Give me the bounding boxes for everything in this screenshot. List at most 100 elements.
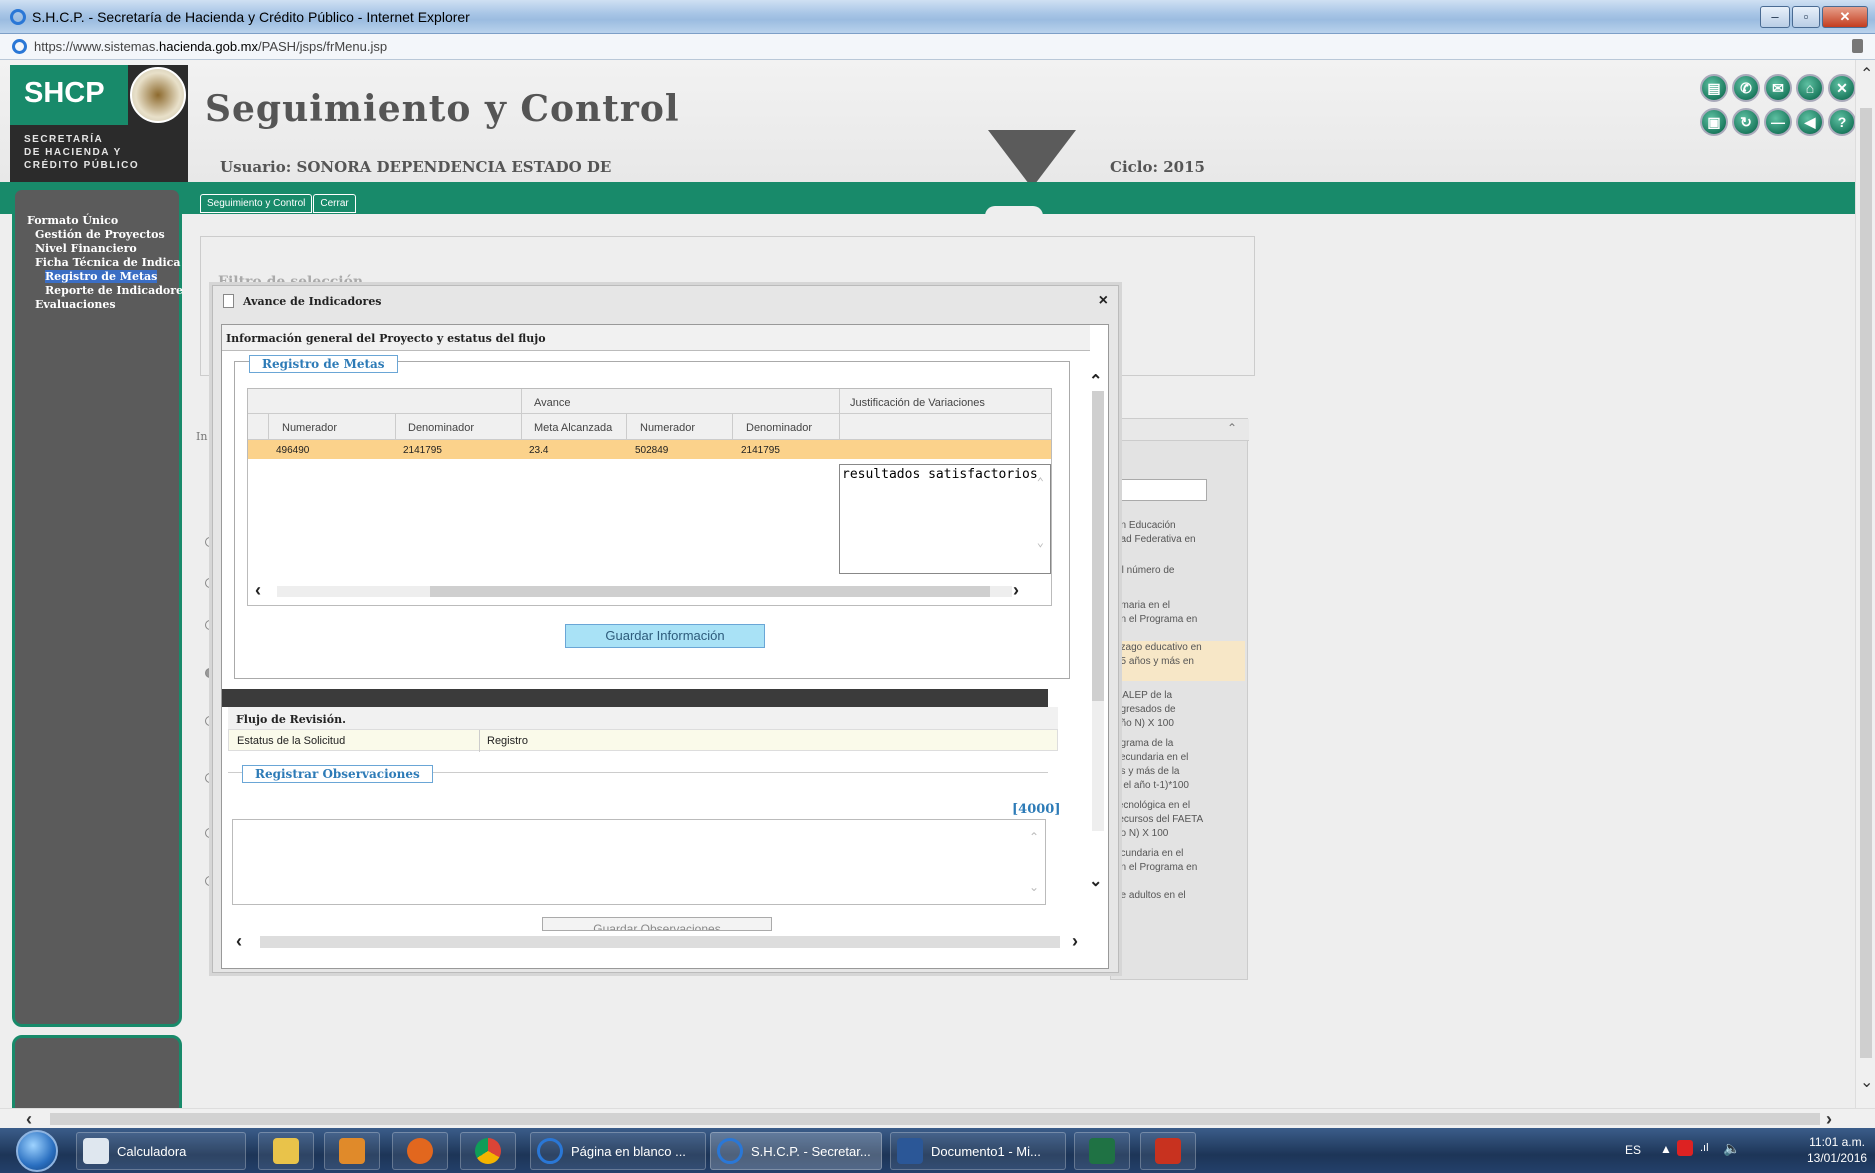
taskbar-ie-blank[interactable]: Página en blanco ...: [530, 1132, 706, 1170]
taskbar-excel[interactable]: [1074, 1132, 1130, 1170]
scroll-thumb[interactable]: [50, 1113, 1820, 1125]
guardar-observaciones-button[interactable]: Guardar Observaciones: [542, 917, 772, 931]
justificacion-textarea[interactable]: resultados satisfactorios ⌃ ⌄: [839, 464, 1051, 574]
taskbar-calculadora[interactable]: Calculadora: [76, 1132, 246, 1170]
chevron-down-icon[interactable]: ⌄: [1037, 535, 1044, 549]
col-meta-alcanzada[interactable]: Meta Alcanzada: [534, 422, 612, 434]
ie-icon: [10, 9, 26, 25]
shcp-logo: SHCP SECRETARÍA DE HACIENDA Y CRÉDITO PÚ…: [10, 65, 188, 185]
sidebar-item-nivel-financiero[interactable]: Nivel Financiero: [27, 242, 183, 256]
chevron-up-icon[interactable]: ⌃: [1029, 830, 1039, 844]
table-row[interactable]: 496490 2141795 23.4 502849 2141795: [248, 440, 1051, 459]
clipboard-icon[interactable]: ▣: [1700, 108, 1728, 136]
chevron-down-icon[interactable]: ⌄: [1029, 880, 1039, 894]
mail-icon[interactable]: ✉: [1764, 74, 1792, 102]
group-avance: Avance: [534, 397, 571, 409]
collapse-icon[interactable]: ⌃: [1227, 421, 1237, 435]
ie-icon: [537, 1138, 563, 1164]
clock[interactable]: 11:01 a.m. 13/01/2016: [1807, 1134, 1867, 1166]
list-item[interactable]: ecundaria en el en el Programa en: [1115, 847, 1245, 875]
col-numerador[interactable]: Numerador: [282, 422, 337, 434]
scroll-right-icon[interactable]: ›: [1072, 931, 1078, 952]
col-denominador[interactable]: Denominador: [408, 422, 474, 434]
exit-icon[interactable]: ✕: [1828, 74, 1855, 102]
taskbar: Calculadora Página en blanco ... S.H.C.P…: [0, 1128, 1875, 1173]
sidebar: Formato Único Gestión de Proyectos Nivel…: [12, 187, 183, 1027]
observaciones-textarea[interactable]: ⌃ ⌄: [232, 819, 1046, 905]
scroll-left-icon[interactable]: ‹: [255, 581, 261, 599]
list-item[interactable]: ograma de la secundaria en el os y más de…: [1115, 737, 1245, 793]
maximize-button[interactable]: ▫: [1792, 6, 1820, 28]
col-denominador-avance[interactable]: Denominador: [746, 422, 812, 434]
page-horizontal-scrollbar[interactable]: ‹ ›: [0, 1108, 1875, 1130]
list-item[interactable]: de adultos en el: [1115, 889, 1245, 903]
phone-icon[interactable]: ✆: [1732, 74, 1760, 102]
scroll-down-icon[interactable]: ⌄: [1089, 871, 1102, 891]
start-button[interactable]: [16, 1130, 58, 1172]
metas-grid: Avance Justificación de Variaciones Nume…: [247, 388, 1052, 606]
scroll-left-icon[interactable]: ‹: [26, 1109, 32, 1130]
app-title: Seguimiento y Control: [205, 88, 680, 130]
print-icon[interactable]: ▤: [1700, 74, 1728, 102]
tray-app-icon[interactable]: [1677, 1140, 1693, 1156]
modal-horizontal-scrollbar[interactable]: ‹ ›: [236, 931, 1086, 953]
info-header: Información general del Proyecto y estat…: [222, 325, 1090, 351]
help-icon[interactable]: ?: [1828, 108, 1855, 136]
list-item[interactable]: en Educación dad Federativa en: [1115, 519, 1245, 547]
scroll-down-icon[interactable]: ⌄: [1860, 1072, 1873, 1092]
list-item[interactable]: rimaria en el en el Programa en: [1115, 599, 1245, 627]
tray-expand-icon[interactable]: ▲: [1660, 1142, 1672, 1156]
list-item-selected[interactable]: ezago educativo en 15 años y más en: [1115, 641, 1245, 681]
scroll-left-icon[interactable]: ‹: [236, 931, 242, 952]
home-icon[interactable]: ⌂: [1796, 74, 1824, 102]
modal-title: Avance de Indicadores: [243, 295, 382, 308]
sidebar-item-reporte-indicadores[interactable]: Reporte de Indicadore: [27, 284, 183, 298]
taskbar-word[interactable]: Documento1 - Mi...: [890, 1132, 1066, 1170]
refresh-icon[interactable]: ↻: [1732, 108, 1760, 136]
scroll-thumb[interactable]: [1860, 108, 1872, 1058]
justificacion-text: resultados satisfactorios: [842, 467, 1038, 482]
tab-seguimiento[interactable]: Seguimiento y Control: [200, 194, 313, 213]
address-bar[interactable]: https://www.sistemas.hacienda.gob.mx/PAS…: [0, 34, 1875, 60]
list-item[interactable]: El número de: [1115, 564, 1245, 578]
col-numerador-avance[interactable]: Numerador: [640, 422, 695, 434]
list-filter-input[interactable]: [1117, 479, 1207, 501]
back-icon[interactable]: ◀: [1796, 108, 1824, 136]
language-indicator[interactable]: ES: [1625, 1143, 1641, 1157]
signal-icon[interactable]: .ıl: [1700, 1142, 1709, 1154]
sidebar-item-registro-metas[interactable]: Registro de Metas: [45, 270, 158, 283]
taskbar-ie-shcp[interactable]: S.H.C.P. - Secretar...: [710, 1132, 882, 1170]
taskbar-chrome[interactable]: [460, 1132, 516, 1170]
scroll-thumb[interactable]: [430, 586, 990, 597]
sidebar-item-ficha-tecnica[interactable]: Ficha Técnica de Indica: [27, 256, 183, 270]
url-text[interactable]: https://www.sistemas.hacienda.gob.mx/PAS…: [34, 39, 387, 54]
sidebar-item-evaluaciones[interactable]: Evaluaciones: [27, 298, 183, 312]
modal-vertical-scrollbar[interactable]: ⌃ ⌄: [1089, 371, 1107, 901]
scroll-up-icon[interactable]: ⌃: [1089, 371, 1102, 391]
minus-icon[interactable]: —: [1764, 108, 1792, 136]
chevron-up-icon[interactable]: ⌃: [1037, 475, 1044, 489]
close-window-button[interactable]: ✕: [1822, 6, 1868, 28]
scroll-thumb[interactable]: [1092, 391, 1104, 701]
sidebar-item-gestion-proyectos[interactable]: Gestión de Proyectos: [27, 228, 183, 242]
modal-close-button[interactable]: ×: [1099, 292, 1108, 310]
grid-horizontal-scrollbar[interactable]: ‹ ›: [255, 581, 1038, 600]
page-vertical-scrollbar[interactable]: ⌃ ⌄: [1855, 60, 1875, 1115]
guardar-informacion-button[interactable]: Guardar Información: [565, 624, 765, 648]
minimize-button[interactable]: –: [1760, 6, 1790, 28]
list-item[interactable]: tecnológica en el recursos del FAETA ño N)…: [1115, 799, 1245, 841]
volume-icon[interactable]: 🔈: [1723, 1140, 1740, 1157]
scroll-right-icon[interactable]: ›: [1826, 1109, 1832, 1130]
taskbar-media-player[interactable]: [324, 1132, 380, 1170]
list-item[interactable]: NALEP de la egresados de año N) X 100: [1115, 689, 1245, 731]
taskbar-acrobat[interactable]: [1140, 1132, 1196, 1170]
taskbar-label: Página en blanco ...: [571, 1144, 686, 1159]
taskbar-firefox[interactable]: [392, 1132, 448, 1170]
scroll-right-icon[interactable]: ›: [1013, 581, 1019, 599]
tab-cerrar[interactable]: Cerrar: [313, 194, 356, 213]
taskbar-explorer[interactable]: [258, 1132, 314, 1170]
lock-icon[interactable]: [1852, 39, 1863, 53]
sidebar-item-formato-unico[interactable]: Formato Único: [27, 214, 183, 228]
scroll-up-icon[interactable]: ⌃: [1860, 64, 1873, 84]
grid-group-header: Avance Justificación de Variaciones: [248, 389, 1051, 415]
